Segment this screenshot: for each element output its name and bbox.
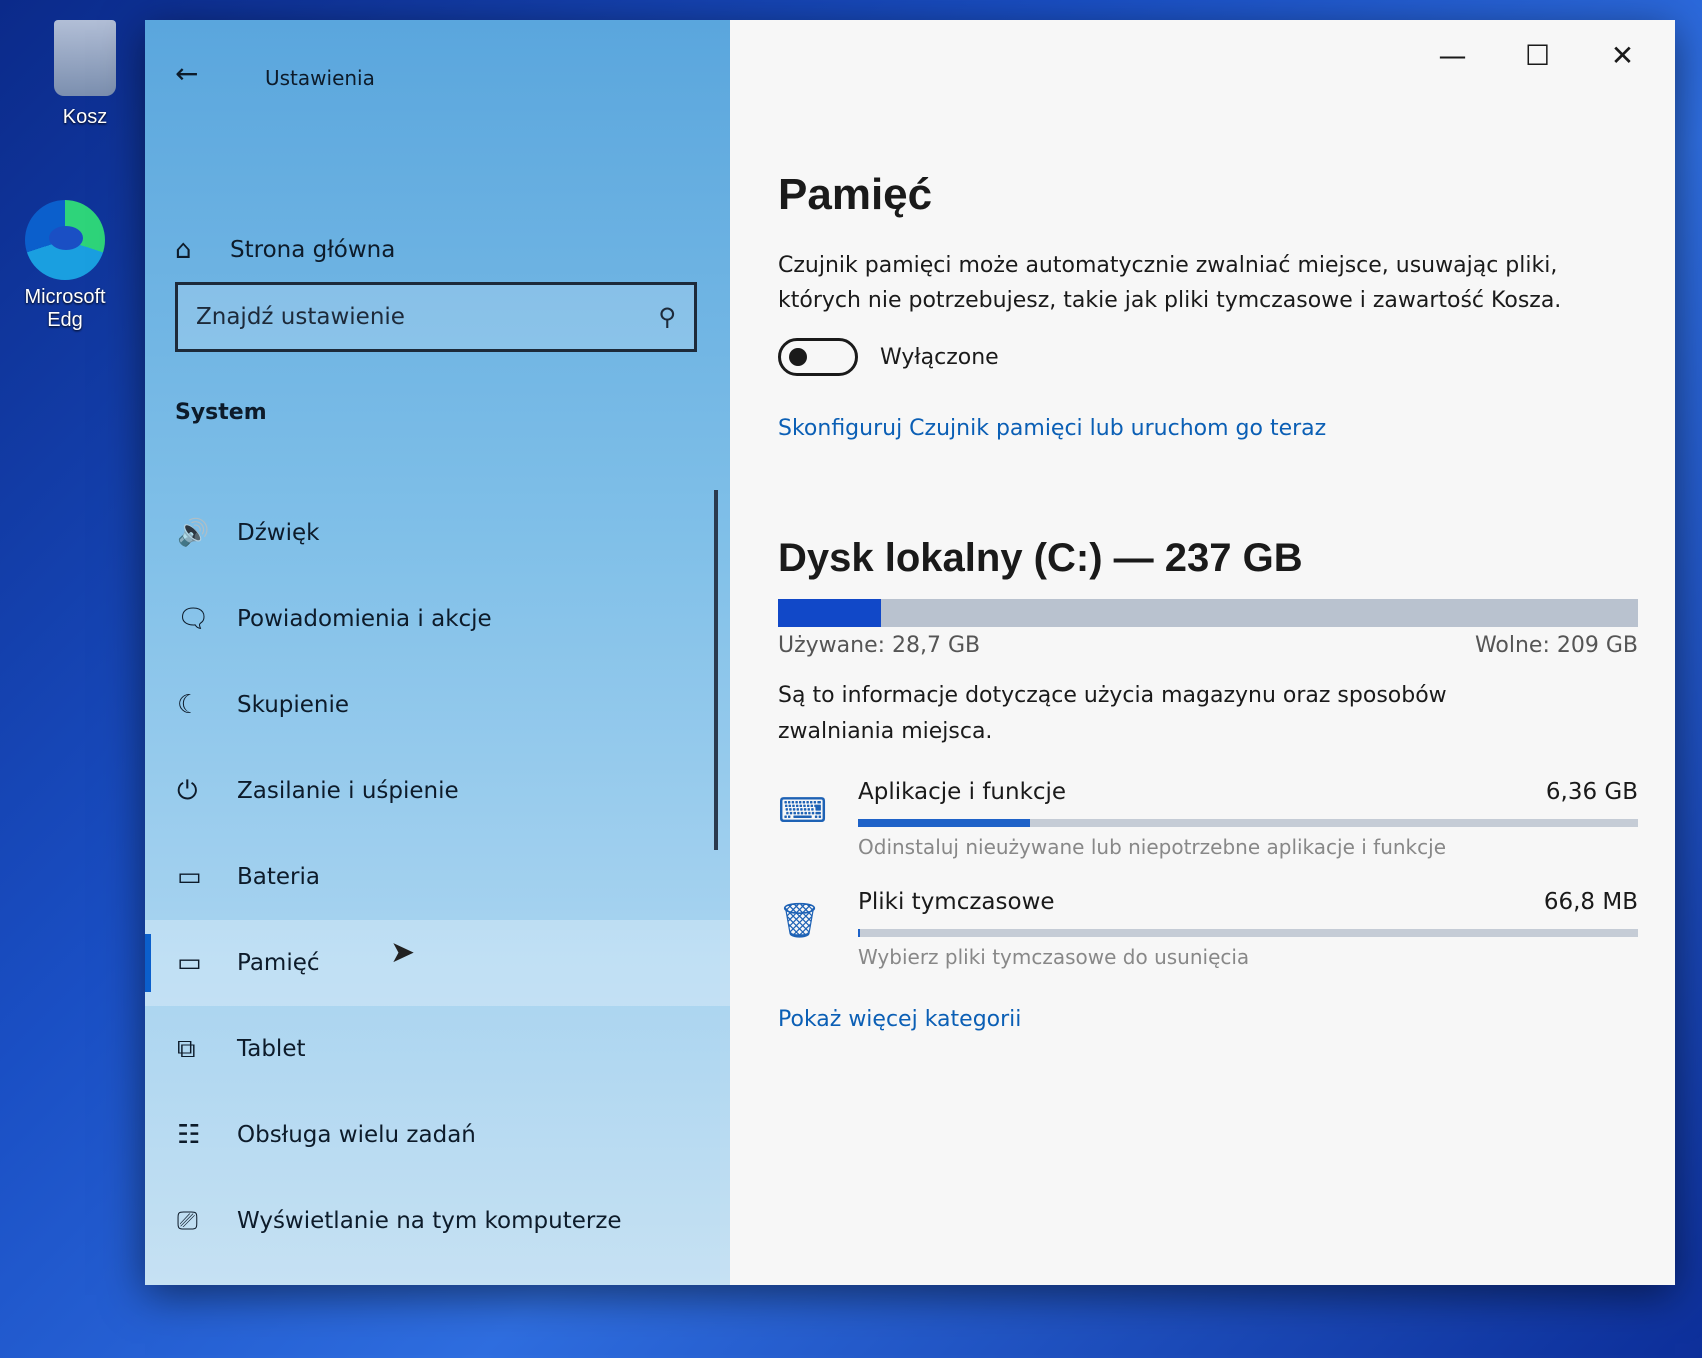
sidebar-item-label: Powiadomienia i akcje: [237, 606, 492, 632]
home-label: Strona główna: [230, 237, 396, 263]
notification-icon: 🗨: [177, 604, 211, 634]
close-button[interactable]: ✕: [1580, 30, 1665, 80]
sidebar-item-power[interactable]: ⏻ Zasilanie i uśpienie: [145, 748, 730, 834]
desktop-recycle-bin[interactable]: Kosz: [25, 20, 145, 129]
speaker-icon: 🔊: [177, 518, 210, 548]
window-controls: — ☐ ✕: [1410, 30, 1665, 80]
sidebar-item-sound[interactable]: 🔊 Dźwięk: [145, 490, 730, 576]
edge-icon: [25, 200, 105, 280]
category-subtitle: Odinstaluj nieużywane lub niepotrzebne a…: [858, 834, 1446, 859]
drive-usage-bar: [778, 599, 1638, 628]
section-title: System: [175, 400, 267, 425]
multitask-icon: ☷: [177, 1120, 201, 1150]
mouse-cursor-icon: ➤: [390, 935, 416, 970]
sidebar-item-label: Pamięć: [237, 950, 320, 976]
sidebar-item-projecting[interactable]: ⎚ Wyświetlanie na tym komputerze: [145, 1178, 730, 1264]
sidebar: ← Ustawienia ⌂ Strona główna Znajdź usta…: [145, 20, 730, 1285]
drive-usage-fill: [778, 599, 882, 628]
maximize-button[interactable]: ☐: [1495, 30, 1580, 80]
storage-icon: ▭: [177, 948, 202, 978]
moon-icon: ☾: [177, 690, 201, 720]
drive-title: Dysk lokalny (C:) — 237 GB: [778, 536, 1303, 581]
show-more-categories-link[interactable]: Pokaż więcej kategorii: [778, 1007, 1021, 1032]
sidebar-item-tablet[interactable]: ⧉ Tablet: [145, 1006, 730, 1092]
category-name: Aplikacje i funkcje: [858, 778, 1067, 805]
search-placeholder: Znajdź ustawienie: [196, 304, 405, 330]
category-bar: [858, 928, 1638, 937]
storage-sense-toggle-row: Wyłączone: [778, 338, 1598, 377]
category-bar: [858, 818, 1638, 827]
toggle-knob: [789, 348, 807, 367]
sidebar-item-label: Bateria: [237, 864, 320, 890]
category-temp-files[interactable]: 🗑 Pliki tymczasowe 66,8 MB Wybierz pliki…: [778, 889, 1638, 969]
home-link[interactable]: ⌂ Strona główna: [175, 235, 395, 265]
sidebar-item-storage[interactable]: ▭ Pamięć: [145, 920, 730, 1006]
keyboard-icon: ⌨: [778, 790, 828, 831]
project-icon: ⎚: [177, 1205, 198, 1236]
page-title: Pamięć: [778, 170, 933, 219]
app-title: Ustawienia: [265, 66, 375, 90]
desktop-icon-label: Microsoft Edg: [24, 286, 106, 331]
category-subtitle: Wybierz pliki tymczasowe do usunięcia: [858, 944, 1250, 969]
recycle-bin-icon: [45, 20, 125, 100]
main-panel: — ☐ ✕ Pamięć Czujnik pamięci może automa…: [730, 20, 1675, 1285]
power-icon: ⏻: [177, 775, 198, 806]
drive-free-label: Wolne: 209 GB: [1474, 633, 1638, 659]
sidebar-item-label: Zasilanie i uśpienie: [237, 778, 459, 804]
desktop-edge-shortcut[interactable]: Microsoft Edg: [5, 200, 125, 332]
sidebar-item-multitasking[interactable]: ☷ Obsługa wielu zadań: [145, 1092, 730, 1178]
search-icon[interactable]: ⚲: [658, 303, 676, 331]
settings-window: ← Ustawienia ⌂ Strona główna Znajdź usta…: [145, 20, 1675, 1285]
minimize-button[interactable]: —: [1410, 30, 1495, 80]
home-icon: ⌂: [175, 235, 192, 265]
search-input[interactable]: Znajdź ustawienie ⚲: [175, 282, 697, 352]
category-size: 6,36 GB: [1545, 778, 1638, 805]
tablet-icon: ⧉: [177, 1033, 196, 1064]
storage-sense-description: Czujnik pamięci może automatycznie zwaln…: [778, 253, 1562, 314]
trash-icon: 🗑: [778, 900, 822, 941]
storage-info-text: Są to informacje dotyczące użycia magazy…: [778, 683, 1447, 744]
sidebar-item-notifications[interactable]: 🗨 Powiadomienia i akcje: [145, 576, 730, 662]
drive-used-label: Używane: 28,7 GB: [778, 633, 981, 659]
sidebar-item-label: Obsługa wielu zadań: [237, 1122, 476, 1148]
configure-storage-sense-link[interactable]: Skonfiguruj Czujnik pamięci lub uruchom …: [778, 416, 1326, 441]
category-apps[interactable]: ⌨ Aplikacje i funkcje 6,36 GB Odinstaluj…: [778, 779, 1638, 859]
back-button[interactable]: ←: [175, 57, 225, 90]
sidebar-item-battery[interactable]: ▭ Bateria: [145, 834, 730, 920]
title-bar: ← Ustawienia: [145, 20, 730, 110]
sidebar-item-label: Tablet: [237, 1036, 306, 1062]
sidebar-item-label: Dźwięk: [237, 520, 320, 546]
category-size: 66,8 MB: [1543, 888, 1638, 915]
sidebar-item-focus[interactable]: ☾ Skupienie: [145, 662, 730, 748]
category-bar-fill: [858, 818, 1030, 827]
toggle-state-label: Wyłączone: [880, 344, 999, 370]
category-name: Pliki tymczasowe: [858, 888, 1055, 915]
storage-sense-toggle[interactable]: [778, 338, 858, 377]
desktop-icon-label: Kosz: [62, 106, 108, 128]
nav-list: 🔊 Dźwięk 🗨 Powiadomienia i akcje ☾ Skupi…: [145, 490, 730, 1264]
sidebar-item-label: Wyświetlanie na tym komputerze: [237, 1208, 622, 1234]
category-bar-fill: [858, 928, 861, 937]
storage-content: Pamięć Czujnik pamięci może automatyczni…: [778, 170, 1638, 1032]
drive-usage-meta: Używane: 28,7 GB Wolne: 209 GB: [778, 633, 1638, 658]
sidebar-item-label: Skupienie: [237, 692, 350, 718]
battery-icon: ▭: [177, 862, 202, 892]
